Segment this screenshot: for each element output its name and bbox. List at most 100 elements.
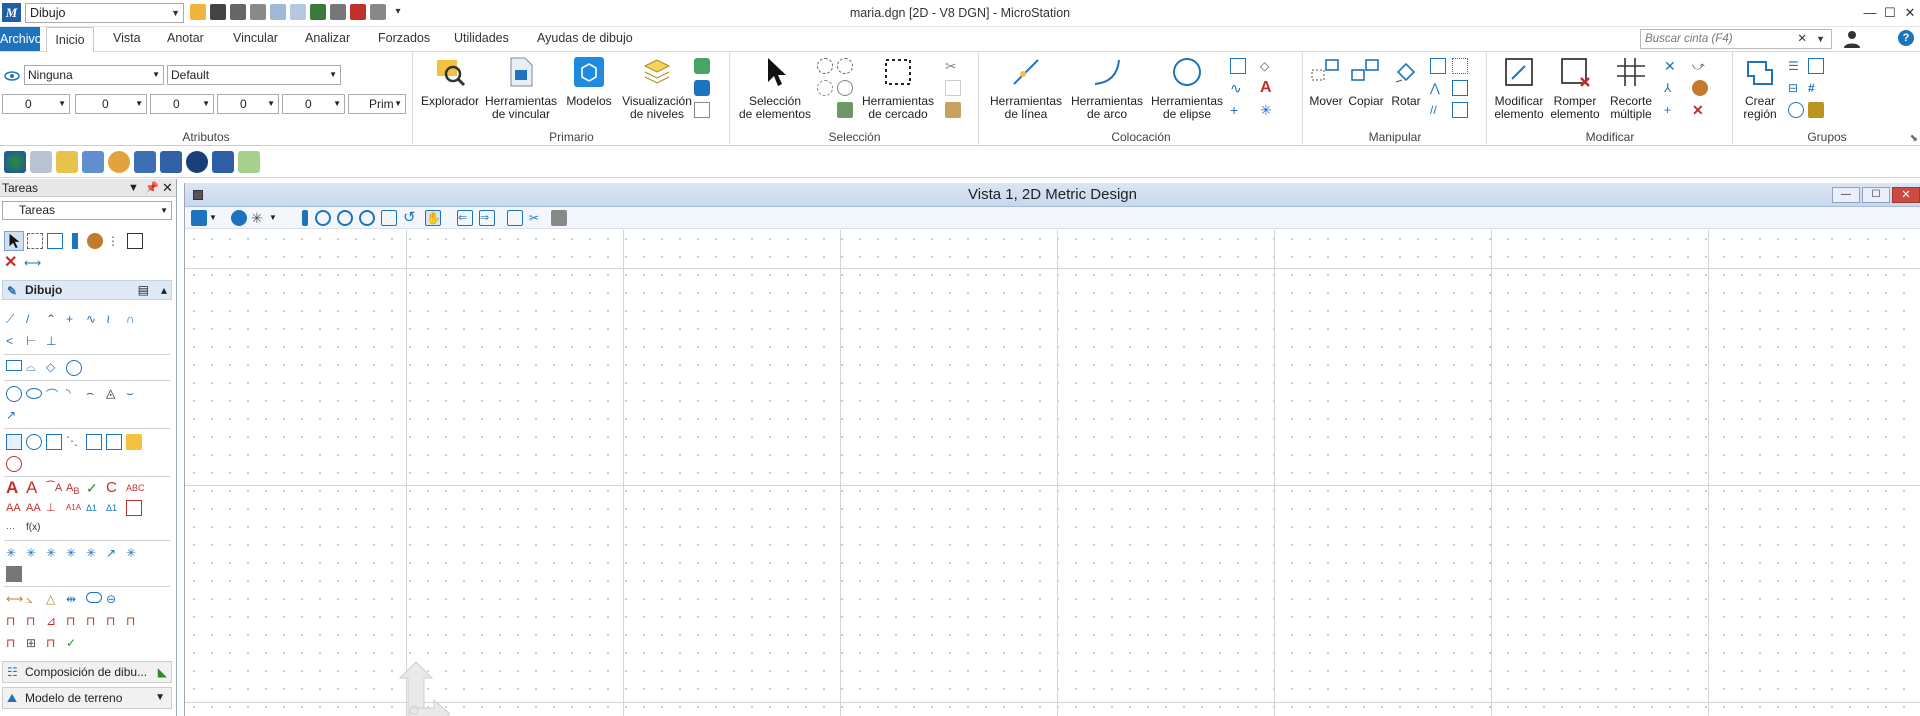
minimize-icon[interactable]: — xyxy=(1860,2,1880,24)
dim-6-icon[interactable]: ⊓ xyxy=(106,614,122,630)
text-tool-icon[interactable]: A xyxy=(1260,80,1276,96)
recorte-multiple-button[interactable]: Recorte múltiple xyxy=(1604,56,1658,121)
deselect-icon[interactable] xyxy=(817,80,833,96)
help-icon[interactable]: ? xyxy=(1898,30,1914,46)
arc-radius-icon[interactable]: ⌣ xyxy=(126,386,142,402)
earth-icon[interactable] xyxy=(186,151,208,173)
crear-region-button[interactable]: Crear región xyxy=(1738,56,1782,121)
orange-tool-icon[interactable] xyxy=(108,151,130,173)
view-previous-icon[interactable]: ⇐ xyxy=(457,210,473,226)
paste-icon[interactable] xyxy=(945,102,961,118)
maximize-icon[interactable]: ☐ xyxy=(1880,2,1900,24)
text-enum-icon[interactable]: A1A xyxy=(66,500,82,516)
satellite-icon[interactable] xyxy=(30,151,52,173)
dimension-radial-icon[interactable] xyxy=(86,592,102,603)
dimension-linear-icon[interactable]: ⇹ xyxy=(66,592,82,608)
select-element-tool-icon[interactable] xyxy=(4,231,24,251)
stretch-icon[interactable]: // xyxy=(1430,102,1446,118)
update-view-icon[interactable] xyxy=(302,210,308,226)
select-by-attributes-icon[interactable] xyxy=(837,102,853,118)
collapse-icon[interactable]: ▴ xyxy=(161,281,167,299)
linestyle-combo[interactable]: 0 ▼ xyxy=(75,94,147,114)
zoom-in-icon[interactable] xyxy=(315,210,331,226)
dim-4-icon[interactable]: ⊓ xyxy=(66,614,82,630)
tasks-combo[interactable]: Tareas ▼ xyxy=(2,201,172,220)
references-icon[interactable] xyxy=(694,58,710,74)
view-close-icon[interactable]: ✕ xyxy=(1892,187,1920,203)
cell-icon[interactable] xyxy=(6,434,22,450)
invert-select-icon[interactable] xyxy=(837,80,853,96)
tab-ayudas-de-dibujo[interactable]: Ayudas de dibujo xyxy=(537,31,633,45)
align-icon[interactable] xyxy=(1452,80,1468,96)
drop-cell-icon[interactable] xyxy=(6,456,22,472)
clip-mask-icon[interactable]: ✂ xyxy=(529,210,545,226)
group-ungroup-icon[interactable]: ⊟ xyxy=(1788,80,1804,96)
edit-text-icon[interactable]: A xyxy=(26,479,42,496)
construct-icon[interactable]: ⊥ xyxy=(46,334,62,350)
hatch-icon[interactable]: # xyxy=(1808,80,1824,96)
place-text-icon[interactable]: A xyxy=(6,479,22,496)
copiar-button[interactable]: Copiar xyxy=(1346,56,1386,108)
geo-coordinate-icon[interactable] xyxy=(82,151,104,173)
film-icon[interactable] xyxy=(212,151,234,173)
multiline-icon[interactable]: ⌃ xyxy=(46,312,62,328)
dim-10-icon[interactable]: ⊓ xyxy=(46,636,62,652)
tab-analizar[interactable]: Analizar xyxy=(305,31,350,45)
polygon-tool-icon[interactable]: ◇ xyxy=(1260,58,1276,74)
modify-arc-icon[interactable]: ◬ xyxy=(106,386,122,402)
cell-tool-icon[interactable]: ✳ xyxy=(1260,102,1276,118)
text-scale-icon[interactable]: AA xyxy=(6,500,22,516)
distance-tool-icon[interactable]: ⟷ xyxy=(24,255,41,271)
edit-cell-icon[interactable] xyxy=(126,434,142,450)
pattern-icon[interactable] xyxy=(1788,102,1804,118)
tab-vista[interactable]: Vista xyxy=(113,31,141,45)
bspline-icon[interactable]: ∩ xyxy=(126,312,142,328)
visualizacion-niveles-button[interactable]: Visualización de niveles xyxy=(618,56,696,121)
drawing-canvas[interactable] xyxy=(185,230,1920,716)
extend-icon[interactable]: ⅄ xyxy=(1664,80,1680,96)
tab-anotar[interactable]: Anotar xyxy=(167,31,204,45)
fill-icon[interactable] xyxy=(1808,102,1824,118)
section-modelo-terreno[interactable]: ⛰ Modelo de terreno ▼ xyxy=(2,687,172,709)
zoom-out-icon[interactable] xyxy=(337,210,353,226)
quarter-ellipse-icon[interactable]: ⌢ xyxy=(86,386,102,402)
herramientas-vincular-button[interactable]: Herramientas de vincular xyxy=(484,56,558,121)
view-minimize-icon[interactable]: — xyxy=(1832,187,1860,203)
tab-utilidades[interactable]: Utilidades xyxy=(454,31,509,45)
delete-pattern-icon[interactable]: ✳ xyxy=(126,546,142,562)
orthogonal-shape-icon[interactable]: ◇ xyxy=(46,360,62,376)
chevron-down-icon[interactable]: ▼ xyxy=(209,210,225,226)
dimension-angle-icon[interactable]: ⦣ xyxy=(26,592,42,608)
weight-combo[interactable]: 0 ▼ xyxy=(150,94,214,114)
user-icon[interactable] xyxy=(1843,30,1863,48)
dim-check-icon[interactable]: ✓ xyxy=(66,636,82,652)
text-increment-icon[interactable]: Δ1 xyxy=(106,500,122,516)
point-icon[interactable]: + xyxy=(66,312,82,328)
view-mode-icon[interactable]: ▤ xyxy=(138,281,149,299)
raster-icon[interactable] xyxy=(694,80,710,96)
chevron-down-icon[interactable]: ▼ xyxy=(269,210,285,226)
export-icon[interactable] xyxy=(134,151,156,173)
regular-polygon-icon[interactable] xyxy=(66,360,82,376)
dim-5-icon[interactable]: ⊓ xyxy=(86,614,102,630)
chevron-down-icon[interactable]: ▼ xyxy=(1816,30,1825,48)
expand-section-icon[interactable]: ◣ xyxy=(158,662,167,682)
view-next-icon[interactable]: ⇒ xyxy=(479,210,495,226)
mirror-icon[interactable]: ⋀ xyxy=(1430,80,1446,96)
globe-icon[interactable] xyxy=(4,151,26,173)
chart-tool-icon[interactable] xyxy=(238,151,260,173)
tab-inicio[interactable]: Inicio xyxy=(46,27,94,52)
select-cell-icon[interactable] xyxy=(86,434,102,450)
delete-element-icon[interactable]: ✕ xyxy=(4,255,20,271)
search-ribbon-input[interactable]: Buscar cinta (F4) ✕ ▼ xyxy=(1640,29,1832,49)
text-copy-icon[interactable]: C xyxy=(106,480,122,496)
spiral-icon[interactable]: ↗ xyxy=(6,408,22,424)
modificar-elemento-button[interactable]: Modificar elemento xyxy=(1492,56,1546,121)
close-icon[interactable]: ✕ xyxy=(1900,2,1920,24)
dim-2-icon[interactable]: ⊓ xyxy=(26,614,42,630)
display-style-icon[interactable] xyxy=(231,210,247,226)
replace-cell-icon[interactable] xyxy=(106,434,122,450)
section-dibujo[interactable]: ✎ Dibujo ▴ ▤ xyxy=(2,280,172,300)
show-pattern-icon[interactable]: ✳ xyxy=(86,546,102,562)
text-frame-icon[interactable] xyxy=(126,500,142,516)
